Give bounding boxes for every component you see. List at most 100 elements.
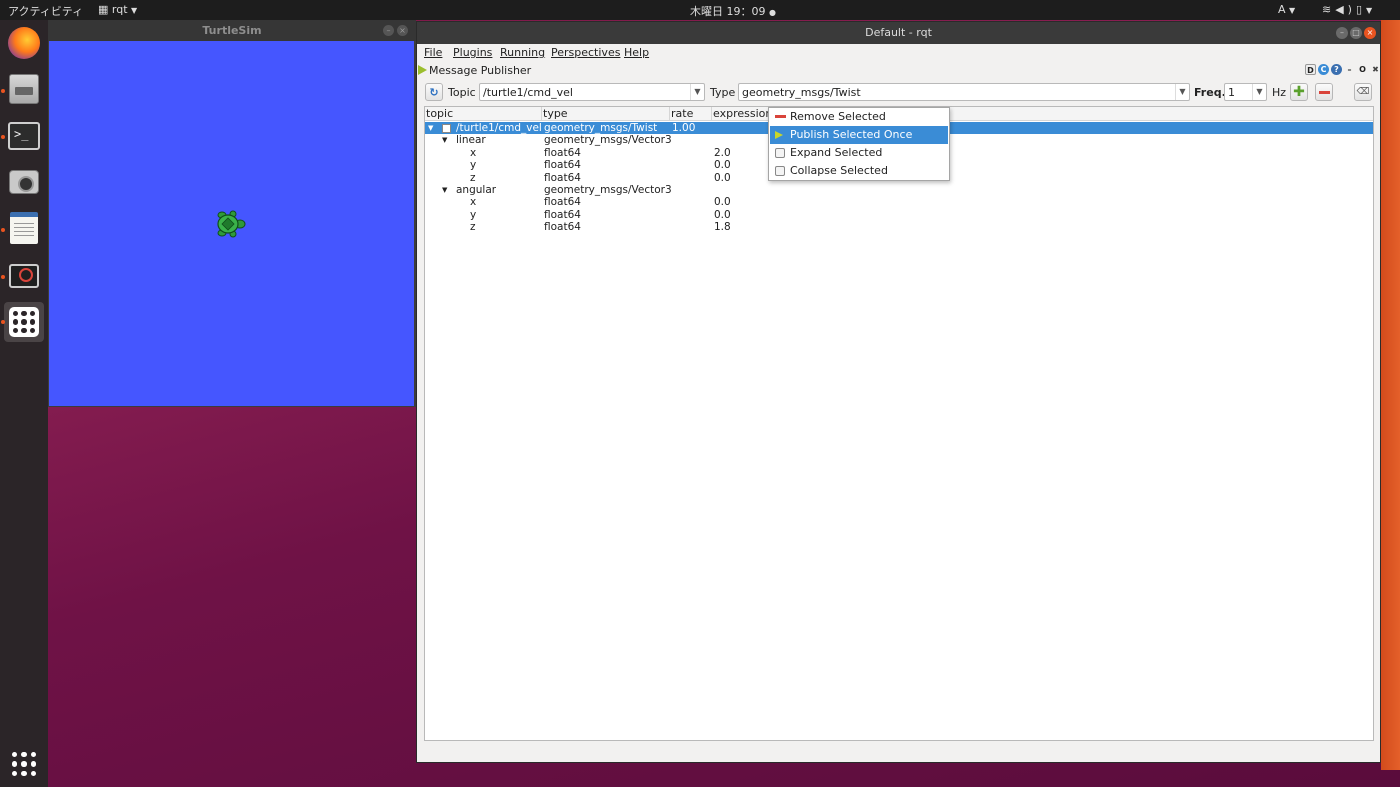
freq-label: Freq. [1194, 86, 1226, 99]
topic-combo[interactable]: /turtle1/cmd_vel ▼ [479, 83, 705, 101]
menu-item-collapse-selected[interactable]: Collapse Selected [770, 162, 948, 180]
tree-row[interactable]: y float64 0.0 [425, 209, 1373, 221]
menu-item-label: Remove Selected [790, 110, 886, 123]
reload-icon[interactable]: C [1318, 64, 1329, 75]
row-type: geometry_msgs/Vector3 [544, 184, 672, 196]
row-topic: /turtle1/cmd_vel [456, 122, 541, 134]
clock[interactable]: 木曜日 19：09 ● [690, 3, 776, 19]
chevron-down-icon: ▼ [1252, 84, 1266, 100]
row-type: float64 [544, 159, 581, 172]
refresh-button[interactable]: ↻ [425, 83, 443, 101]
dock-rqt[interactable] [4, 256, 44, 296]
maximize-button[interactable]: □ [1350, 27, 1362, 39]
power-icon: ▯ [1355, 3, 1367, 16]
dock-files[interactable] [4, 69, 44, 109]
camera-icon [9, 170, 39, 194]
chevron-down-icon: ▼ [1366, 6, 1377, 15]
rqt-icon [9, 264, 39, 288]
row-topic: angular [456, 184, 497, 196]
plugin-title: Message Publisher [429, 64, 532, 77]
menu-item-expand-selected[interactable]: Expand Selected [770, 144, 948, 162]
minimize-button[interactable]: – [383, 25, 394, 36]
dock-text-editor[interactable] [4, 208, 44, 248]
hz-label: Hz [1272, 86, 1287, 99]
help-icon[interactable]: ? [1331, 64, 1342, 75]
row-type: float64 [544, 208, 581, 221]
minimize-icon[interactable]: – [1344, 64, 1355, 75]
close-button[interactable]: × [1364, 27, 1376, 39]
dock-camera[interactable] [4, 162, 44, 202]
tree-row[interactable]: x float64 0.0 [425, 196, 1373, 208]
system-tray[interactable]: ≋◀)▯▼ [1322, 3, 1376, 16]
row-topic: linear [456, 134, 486, 147]
refresh-icon: ↻ [429, 85, 439, 99]
context-menu: Remove Selected Publish Selected Once Ex… [768, 107, 950, 181]
row-expression[interactable]: 0.0 [714, 196, 731, 208]
app-menu[interactable]: ▦ rqt ▼ [98, 3, 137, 16]
row-topic: z [470, 221, 476, 234]
running-indicator [1, 228, 5, 232]
app-menu-label: rqt [111, 3, 128, 16]
row-topic: z [470, 171, 476, 184]
tree-row[interactable]: z float64 1.8 [425, 221, 1373, 233]
expand-triangle-icon[interactable]: ▼ [428, 122, 433, 134]
text-editor-icon [10, 212, 38, 244]
activities-button[interactable]: アクティビティ [8, 3, 83, 19]
menu-item-remove-selected[interactable]: Remove Selected [770, 108, 948, 126]
chevron-down-icon: ▼ [690, 84, 704, 100]
row-expression[interactable]: 1.8 [714, 221, 731, 233]
row-expression[interactable]: 2.0 [714, 147, 731, 159]
type-combo[interactable]: geometry_msgs/Twist ▼ [738, 83, 1190, 101]
row-type: float64 [544, 171, 581, 184]
menu-item-publish-once[interactable]: Publish Selected Once [770, 126, 948, 144]
minimize-button[interactable]: – [1336, 27, 1348, 39]
expand-triangle-icon[interactable]: ▼ [442, 184, 447, 196]
turtle-icon [217, 210, 246, 238]
volume-icon: ◀) [1335, 3, 1356, 16]
menu-file[interactable]: File [424, 46, 442, 59]
show-applications-icon[interactable] [12, 752, 36, 776]
dock: >_ [0, 20, 48, 787]
close-button[interactable]: × [397, 25, 408, 36]
column-type[interactable]: type [542, 107, 670, 121]
freq-combo[interactable]: 1 ▼ [1224, 83, 1267, 101]
type-label: Type [710, 86, 736, 99]
expand-triangle-icon[interactable]: ▼ [442, 134, 447, 146]
dock-terminal[interactable]: >_ [4, 116, 44, 156]
menu-help[interactable]: Help [624, 46, 649, 59]
clock-label: 木曜日 19：09 [690, 5, 766, 18]
turtlesim-canvas [49, 41, 414, 406]
row-expression[interactable]: 0.0 [714, 159, 731, 171]
close-icon[interactable]: ✖ [1370, 64, 1381, 75]
row-expression[interactable]: 0.0 [714, 172, 731, 184]
menu-perspectives[interactable]: Perspectives [551, 46, 620, 59]
dock-turtlesim[interactable] [4, 302, 44, 342]
row-topic: x [470, 146, 477, 159]
row-type: geometry_msgs/Twist [544, 122, 658, 134]
remove-publisher-button[interactable] [1315, 83, 1333, 101]
dock-firefox[interactable] [4, 23, 44, 63]
collapse-icon [775, 166, 785, 176]
menu-running[interactable]: Running [500, 46, 545, 59]
float-icon[interactable]: O [1357, 64, 1368, 75]
minus-icon [1318, 90, 1330, 94]
menu-bar: File Plugins Running Perspectives Help [417, 44, 1380, 62]
column-rate[interactable]: rate [670, 107, 712, 121]
type-value: geometry_msgs/Twist [742, 86, 861, 99]
menu-plugins[interactable]: Plugins [453, 46, 492, 59]
row-rate[interactable]: 1.00 [672, 122, 695, 134]
topic-label: Topic [448, 86, 476, 99]
row-expression[interactable]: 0.0 [714, 209, 731, 221]
plugin-title-bar: Message Publisher D C ? – O ✖ [417, 62, 1380, 80]
plugin-controls: D C ? – O ✖ [1305, 64, 1381, 75]
row-topic: y [470, 208, 477, 221]
input-method-indicator[interactable]: A ▼ [1278, 3, 1295, 16]
column-topic[interactable]: topic [425, 107, 542, 121]
top-bar: アクティビティ ▦ rqt ▼ 木曜日 19：09 ● A ▼ ≋◀)▯▼ [0, 0, 1400, 20]
publisher-tree[interactable]: topic type rate expression ▼ /turtle1/cm… [424, 106, 1374, 741]
enable-checkbox[interactable] [442, 124, 451, 133]
dock-toggle-button[interactable]: D [1305, 64, 1316, 75]
add-publisher-button[interactable]: ✚ [1290, 83, 1308, 101]
tree-row[interactable]: ▼ angular geometry_msgs/Vector3 [425, 184, 1373, 196]
clear-button[interactable]: ⌫ [1354, 83, 1372, 101]
